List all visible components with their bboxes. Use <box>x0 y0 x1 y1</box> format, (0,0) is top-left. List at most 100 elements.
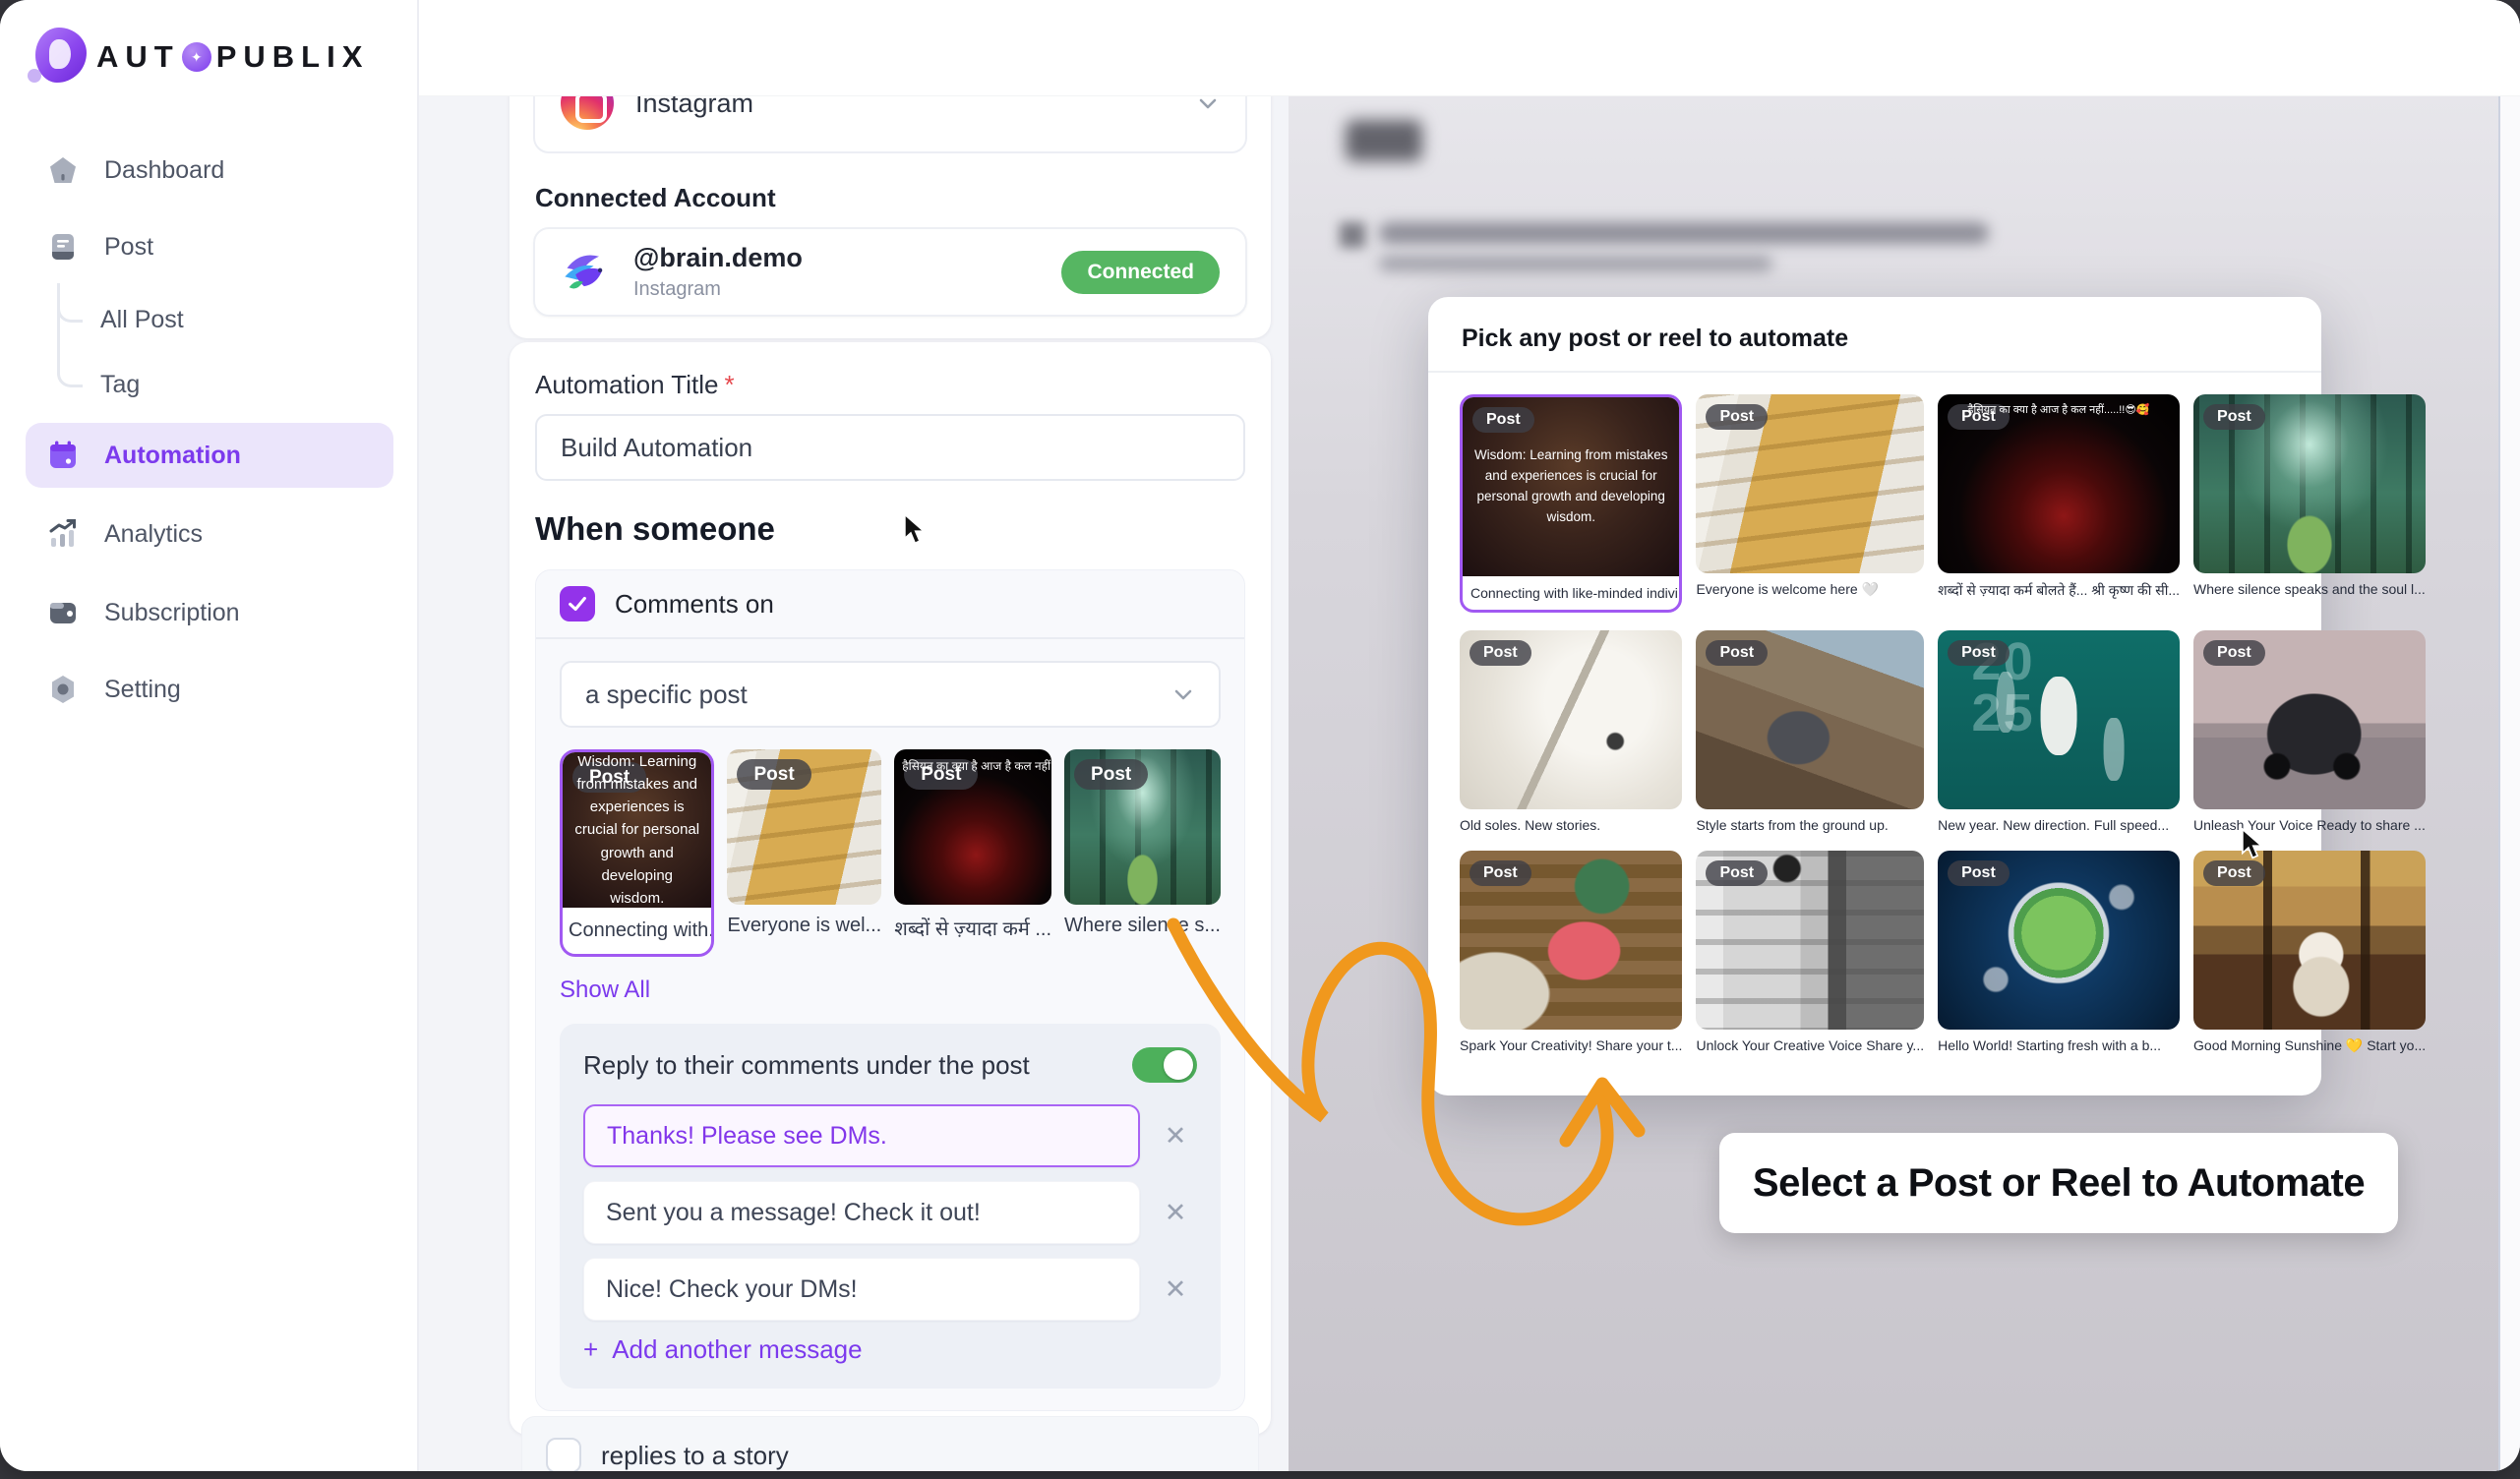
reply-toggle-label: Reply to their comments under the post <box>583 1050 1132 1081</box>
sidebar-item-label: Dashboard <box>104 156 224 185</box>
post-card[interactable]: Post हैसियत का क्या है आज है कल नहीं....… <box>1938 394 2180 613</box>
app-window: AUT✦PUBLIX Dashboard Post All Post Tag A… <box>0 0 2520 1471</box>
post-caption: Unlock Your Creative Voice Share y... <box>1696 1037 1924 1053</box>
automation-builder-card: Automation Title* Build Automation When … <box>510 342 1271 1435</box>
post-type-badge: Post <box>2203 404 2265 430</box>
wallet-icon <box>47 597 79 628</box>
automation-title-input[interactable]: Build Automation <box>535 414 1245 481</box>
reply-message-input[interactable]: Sent you a message! Check it out! <box>583 1181 1140 1244</box>
sidebar-item-automation[interactable]: Automation <box>26 423 393 488</box>
post-card[interactable]: Post हैसियत का क्या है आज है कल नहीं....… <box>894 749 1051 941</box>
chevron-down-icon <box>1171 682 1195 706</box>
reply-panel: Reply to their comments under the post T… <box>560 1024 1221 1389</box>
post-caption: Hello World! Starting fresh with a b... <box>1938 1037 2180 1053</box>
check-icon <box>567 593 588 615</box>
reply-message-list: Thanks! Please see DMs. ✕ Sent you a mes… <box>583 1104 1197 1321</box>
sidebar-item-post[interactable]: Post <box>26 214 393 279</box>
sidebar-item-subscription[interactable]: Subscription <box>26 580 393 645</box>
replies-to-story-checkbox[interactable] <box>546 1438 581 1471</box>
add-another-message-label: Add another message <box>612 1334 862 1365</box>
post-image: Post हैसियत का क्या है आज है कल नहीं....… <box>894 749 1051 905</box>
reply-toggle-switch[interactable] <box>1132 1047 1197 1083</box>
account-avatar-bird <box>561 247 612 298</box>
sidebar-item-label: Post <box>104 233 153 262</box>
post-image: Post हैसियत का क्या है आज है कल नहीं....… <box>1938 394 2180 573</box>
sidebar-item-label: Automation <box>104 442 241 470</box>
post-type-badge: Post <box>2203 640 2265 666</box>
blurred-text-line <box>1379 256 1772 271</box>
post-image: Post <box>2193 630 2426 809</box>
post-card[interactable]: Post Everyone is wel... <box>727 749 881 937</box>
comments-on-checkbox[interactable] <box>560 586 595 621</box>
remove-message-button[interactable]: ✕ <box>1154 1121 1197 1152</box>
post-type-badge: Post <box>1706 640 1768 666</box>
post-picker-panel: Pick any post or reel to automate Post W… <box>1428 297 2321 1095</box>
post-card[interactable]: Post Hello World! Starting fresh with a … <box>1938 851 2180 1054</box>
post-caption: Good Morning Sunshine 💛 Start yo... <box>2193 1037 2426 1054</box>
sidebar-item-dashboard[interactable]: Dashboard <box>26 138 393 203</box>
calendar-icon <box>47 440 79 471</box>
post-card[interactable]: Post Good Morning Sunshine 💛 Start yo... <box>2193 851 2426 1054</box>
post-image: Post Wisdom: Learning from mistakes and … <box>563 752 711 908</box>
reply-message-input[interactable]: Thanks! Please see DMs. <box>583 1104 1140 1167</box>
logo-text: AUT✦PUBLIX <box>96 39 369 75</box>
post-caption: New year. New direction. Full speed... <box>1938 817 2180 833</box>
show-all-link[interactable]: Show All <box>560 976 650 1004</box>
post-caption: Connecting with... <box>563 908 711 954</box>
plus-icon: + <box>583 1334 598 1365</box>
required-asterisk: * <box>724 370 734 399</box>
sidebar-item-label: Setting <box>104 676 181 704</box>
remove-message-button[interactable]: ✕ <box>1154 1274 1197 1305</box>
post-image: Post Wisdom: Learning from mistakes and … <box>1463 397 1679 576</box>
post-card[interactable]: Post Spark Your Creativity! Share your t… <box>1460 851 1682 1054</box>
post-type-badge: Post <box>2203 860 2265 886</box>
post-type-badge: Post <box>1470 640 1531 666</box>
post-caption: Unleash Your Voice Ready to share ... <box>2193 817 2426 833</box>
post-caption: शब्दों से ज़्यादा कर्म ... <box>894 915 1051 941</box>
main-area: Instagram Connected Account @brain.demo … <box>419 0 2520 1471</box>
post-type-badge: Post <box>1470 860 1531 886</box>
post-card[interactable]: Post Everyone is welcome here 🤍 <box>1696 394 1924 613</box>
post-card[interactable]: Post Old soles. New stories. <box>1460 630 1682 833</box>
remove-message-button[interactable]: ✕ <box>1154 1198 1197 1228</box>
post-image: Post <box>1460 630 1682 809</box>
post-card[interactable]: Post Wisdom: Learning from mistakes and … <box>560 749 714 957</box>
callout-select-post: Select a Post or Reel to Automate <box>1719 1133 2398 1233</box>
post-type-badge: Post <box>1948 860 2010 886</box>
post-image: Post <box>1696 851 1924 1030</box>
post-card[interactable]: Post Style starts from the ground up. <box>1696 630 1924 833</box>
post-type-badge: Post <box>1074 759 1148 790</box>
account-info: @brain.demo Instagram <box>633 243 803 301</box>
connected-account-card[interactable]: @brain.demo Instagram Connected <box>533 227 1247 317</box>
comments-on-header: Comments on <box>536 570 1244 639</box>
reply-message-row: Nice! Check your DMs! ✕ <box>583 1258 1197 1321</box>
reply-message-row: Thanks! Please see DMs. ✕ <box>583 1104 1197 1167</box>
account-handle: @brain.demo <box>633 243 803 273</box>
sidebar-item-setting[interactable]: Setting <box>26 657 393 722</box>
sidebar-item-tag[interactable]: Tag <box>26 352 393 417</box>
post-caption: शब्दों से ज़्यादा कर्म बोलते हैं... श्री… <box>1938 581 2180 600</box>
post-caption: Where silence speaks and the soul l... <box>2193 581 2426 597</box>
connected-account-label: Connected Account <box>535 183 1245 213</box>
sidebar-item-analytics[interactable]: Analytics <box>26 502 393 566</box>
post-card[interactable]: Post Unlock Your Creative Voice Share y.… <box>1696 851 1924 1054</box>
post-card[interactable]: Post Where silence speaks and the soul l… <box>2193 394 2426 613</box>
post-scope-value: a specific post <box>585 680 748 710</box>
blurred-logo-chip <box>1346 120 1422 161</box>
add-another-message-button[interactable]: + Add another message <box>583 1334 1197 1365</box>
sidebar-item-label: Tag <box>100 371 140 399</box>
post-type-badge: Post <box>737 759 810 790</box>
post-caption: Where silence s... <box>1064 915 1221 937</box>
post-card[interactable]: Post Unleash Your Voice Ready to share .… <box>2193 630 2426 833</box>
post-card[interactable]: Post Where silence s... <box>1064 749 1221 937</box>
logo-o-sparkle-icon: ✦ <box>182 42 211 72</box>
post-card[interactable]: Post New year. New direction. Full speed… <box>1938 630 2180 833</box>
post-scope-dropdown[interactable]: a specific post <box>560 661 1221 728</box>
post-card[interactable]: Post Wisdom: Learning from mistakes and … <box>1460 394 1682 613</box>
sidebar-item-all-post[interactable]: All Post <box>26 287 393 352</box>
post-image: Post <box>727 749 881 905</box>
app-logo: AUT✦PUBLIX <box>28 28 369 87</box>
post-type-badge: Post <box>1948 640 2010 666</box>
reply-message-input[interactable]: Nice! Check your DMs! <box>583 1258 1140 1321</box>
sidebar-item-label: All Post <box>100 306 184 334</box>
